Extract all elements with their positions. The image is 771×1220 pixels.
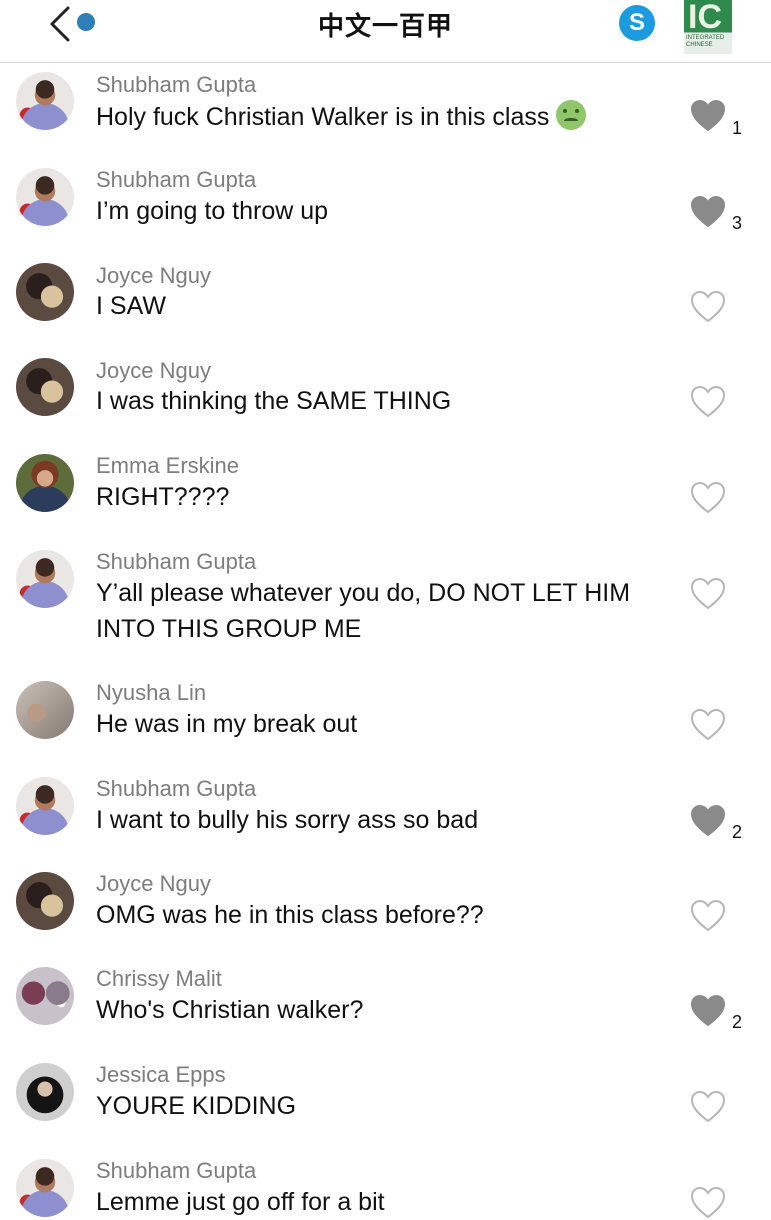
avatar[interactable] xyxy=(16,358,74,416)
like-heart-icon[interactable] xyxy=(690,994,726,1028)
sender-name: Shubham Gupta xyxy=(96,776,257,801)
message-text-wrap: Holy fuck Christian Walker is in this cl… xyxy=(96,99,656,135)
avatar[interactable] xyxy=(16,454,74,512)
group-avatar-caption: INTEGRATED CHINESE xyxy=(686,35,725,48)
like-heart-icon[interactable] xyxy=(690,385,726,419)
sender-name: Joyce Nguy xyxy=(96,871,211,896)
avatar[interactable] xyxy=(16,263,74,321)
message-text: I’m going to throw up xyxy=(96,197,329,225)
avatar[interactable] xyxy=(16,1159,74,1217)
sender-name: Joyce Nguy xyxy=(96,358,211,383)
sender-name: Emma Erskine xyxy=(96,453,240,478)
message-text: OMG was he in this class before?? xyxy=(96,901,484,929)
sender-name: Chrissy Malit xyxy=(96,966,222,991)
sender-name: Shubham Gupta xyxy=(96,1158,257,1183)
sender-name: Jessica Epps xyxy=(96,1062,226,1087)
avatar[interactable] xyxy=(16,777,74,835)
skype-icon[interactable]: S xyxy=(619,5,655,41)
app-header: 中文一百甲 S IC INTEGRATED CHINESE xyxy=(0,0,771,63)
like-count: 2 xyxy=(732,822,743,842)
like-heart-icon[interactable] xyxy=(690,804,726,838)
like-heart-icon[interactable] xyxy=(690,708,726,742)
group-title[interactable]: 中文一百甲 xyxy=(0,6,771,43)
group-avatar-letters: IC xyxy=(688,0,722,36)
sender-name: Shubham Gupta xyxy=(96,72,257,97)
like-heart-icon[interactable] xyxy=(690,899,726,933)
like-heart-icon[interactable] xyxy=(690,1090,726,1124)
message-text: Lemme just go off for a bit xyxy=(96,1188,385,1216)
like-heart-icon[interactable] xyxy=(690,577,726,611)
message-text: I was thinking the SAME THING xyxy=(96,387,452,415)
avatar[interactable] xyxy=(16,1063,74,1121)
message-text: Y’all please whatever you do, DO NOT LET… xyxy=(96,579,631,643)
sender-name: Joyce Nguy xyxy=(96,263,211,288)
like-count: 3 xyxy=(732,213,743,233)
message-text: Holy fuck Christian Walker is in this cl… xyxy=(96,103,550,131)
like-heart-icon[interactable] xyxy=(690,481,726,515)
message-text: I SAW xyxy=(96,292,166,320)
message-text: RIGHT???? xyxy=(96,483,230,511)
avatar[interactable] xyxy=(16,72,74,130)
message-text: He was in my break out xyxy=(96,710,358,738)
like-heart-icon[interactable] xyxy=(690,195,726,229)
avatar[interactable] xyxy=(16,681,74,739)
group-avatar[interactable]: IC INTEGRATED CHINESE xyxy=(684,0,732,54)
sender-name: Shubham Gupta xyxy=(96,549,257,574)
message-text: Who's Christian walker? xyxy=(96,996,364,1024)
avatar[interactable] xyxy=(16,168,74,226)
message-text: YOURE KIDDING xyxy=(96,1092,297,1120)
like-heart-icon[interactable] xyxy=(690,1186,726,1220)
sender-name: Shubham Gupta xyxy=(96,167,257,192)
like-heart-icon[interactable] xyxy=(690,290,726,324)
like-count: 2 xyxy=(732,1012,743,1032)
avatar[interactable] xyxy=(16,872,74,930)
avatar[interactable] xyxy=(16,967,74,1025)
message-text: I want to bully his sorry ass so bad xyxy=(96,806,479,834)
like-count: 1 xyxy=(732,118,743,138)
avatar[interactable] xyxy=(16,550,74,608)
sender-name: Nyusha Lin xyxy=(96,680,207,705)
like-heart-icon[interactable] xyxy=(690,99,726,133)
nauseated-face-icon xyxy=(556,100,587,130)
